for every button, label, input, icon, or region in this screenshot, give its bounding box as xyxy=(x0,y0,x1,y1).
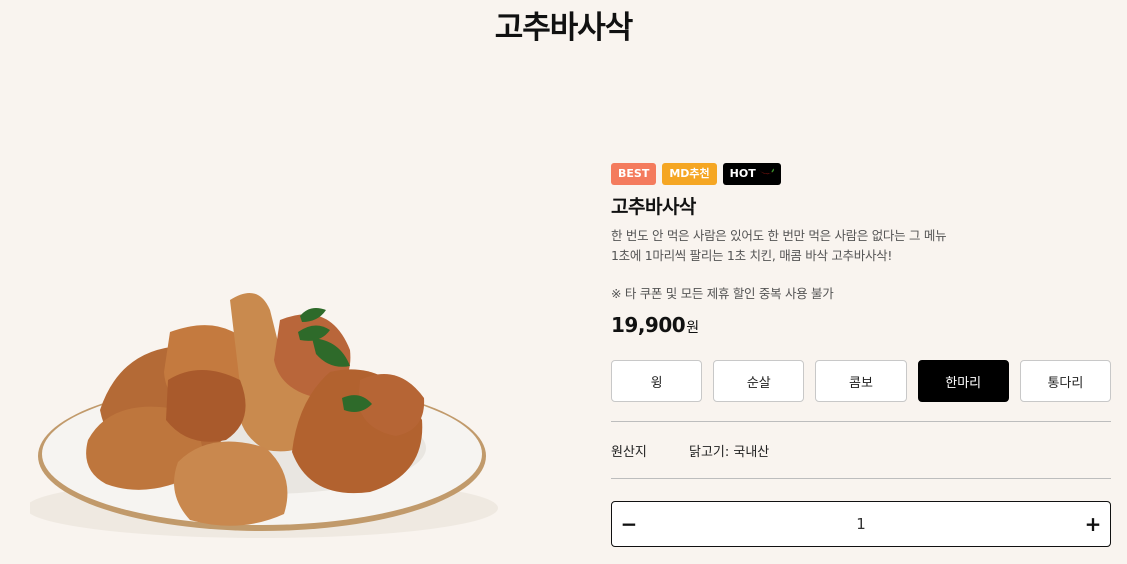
page-title: 고추바사삭 xyxy=(494,10,634,46)
price-currency: 원 xyxy=(686,320,700,336)
option-combo-button[interactable]: 콤보 xyxy=(815,360,907,402)
badge-best: BEST xyxy=(611,163,657,185)
option-whole-button[interactable]: 한마리 xyxy=(917,360,1009,402)
badge-list: BEST MD추천 HOT xyxy=(611,163,1111,185)
decrement-button[interactable]: − xyxy=(612,502,646,546)
option-drumstick-button[interactable]: 통다리 xyxy=(1019,360,1112,402)
origin-label: 원산지 xyxy=(611,444,647,460)
increment-button[interactable]: + xyxy=(1076,502,1110,546)
product-image xyxy=(26,280,500,550)
product-detail: BEST MD추천 HOT 고추바사삭 한 번도 안 먹은 사람은 있어도 한 … xyxy=(611,163,1112,547)
option-group: 윙 순살 콤보 한마리 통다리 xyxy=(611,360,1112,402)
option-boneless-button[interactable]: 순살 xyxy=(713,360,805,402)
discount-notice: ※ 타 쿠폰 및 모든 제휴 할인 중복 사용 불가 xyxy=(611,286,834,301)
divider xyxy=(611,478,1111,479)
quantity-value: 1 xyxy=(856,515,866,533)
price-row: 19,900 원 xyxy=(611,313,1111,339)
product-name: 고추바사삭 xyxy=(611,196,696,218)
badge-hot: HOT xyxy=(722,163,781,185)
description-line-1: 한 번도 안 먹은 사람은 있어도 한 번만 먹은 사람은 없다는 그 메뉴 xyxy=(611,228,947,243)
product-description: 한 번도 안 먹은 사람은 있어도 한 번만 먹은 사람은 없다는 그 메뉴 1… xyxy=(611,226,1111,266)
quantity-stepper: − 1 + xyxy=(611,501,1111,547)
product-price: 19,900 xyxy=(611,313,686,337)
badge-best-label: BEST xyxy=(618,167,650,180)
badge-md-pick: MD추천 xyxy=(662,163,717,185)
description-line-2: 1초에 1마리씩 팔리는 1초 치킨, 매콤 바삭 고추바사삭! xyxy=(611,248,893,263)
option-wing-button[interactable]: 윙 xyxy=(611,360,703,402)
chili-pepper-icon xyxy=(756,163,775,185)
badge-hot-label: HOT xyxy=(729,167,756,180)
badge-md-label: MD추천 xyxy=(669,167,710,180)
origin-row: 원산지 닭고기: 국내산 xyxy=(611,422,1111,478)
origin-value: 닭고기: 국내산 xyxy=(689,444,770,460)
